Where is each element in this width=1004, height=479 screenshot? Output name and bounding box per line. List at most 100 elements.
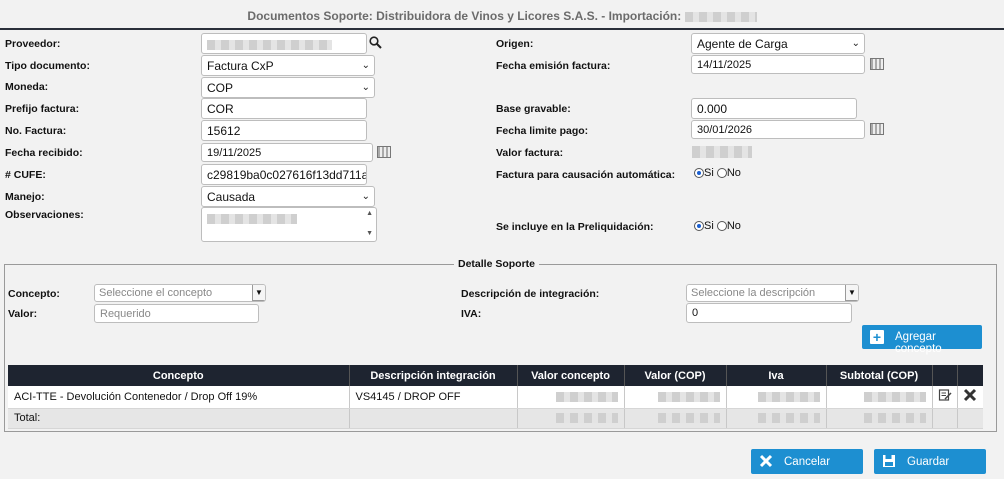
cell-valor-concepto [517, 386, 625, 409]
floppy-disk-icon [883, 455, 895, 467]
total-iva [726, 408, 827, 429]
fecha-emision-input[interactable]: 14/11/2025 [691, 55, 865, 74]
chevron-down-icon: ⌄ [361, 82, 370, 93]
scroll-down-icon[interactable]: ▼ [366, 230, 373, 237]
preliquidacion-label: Se incluye en la Preliquidación: [496, 221, 654, 233]
origen-label: Origen: [496, 38, 534, 50]
cell-valor-cop [624, 386, 727, 409]
no-factura-input[interactable]: 15612 [201, 120, 367, 141]
base-gravable-label: Base gravable: [496, 103, 571, 115]
valor-factura-label: Valor factura: [496, 147, 564, 159]
valor-input[interactable]: Requerido [94, 304, 259, 323]
chevron-down-icon: ⌄ [361, 60, 370, 71]
redacted-value [555, 391, 618, 402]
origen-select[interactable]: Agente de Carga ⌄ [691, 33, 865, 54]
causacion-radio-group: Si No [694, 167, 741, 179]
close-icon [759, 454, 773, 468]
redacted-valor-factura [692, 146, 752, 159]
no-factura-value: 15612 [207, 124, 241, 138]
cufe-value: c29819ba0c027616f13dd711a1e [207, 168, 367, 182]
causacion-si-label: Si [704, 167, 714, 180]
save-button[interactable]: Guardar [874, 449, 986, 474]
fecha-limite-value: 30/01/2026 [697, 124, 753, 136]
col-subtotal: Subtotal (COP) [826, 365, 933, 386]
total-edit-cell [932, 408, 958, 429]
iva-value: 0 [692, 307, 699, 319]
search-icon[interactable] [369, 36, 382, 49]
col-descripcion: Descripción integración [349, 365, 518, 386]
table-total-row: Total: [8, 408, 983, 429]
preliquidacion-si-radio[interactable] [694, 221, 704, 232]
descripcion-placeholder: Seleccione la descripción [691, 287, 816, 299]
col-edit [932, 365, 958, 386]
observaciones-label: Observaciones: [5, 209, 84, 221]
causacion-no-radio[interactable] [716, 168, 727, 179]
descripcion-combobox[interactable]: Seleccione la descripción ▼ [686, 284, 859, 302]
iva-label: IVA: [461, 308, 482, 320]
total-delete-cell [957, 408, 983, 429]
conceptos-table: Concepto Descripción integración Valor c… [8, 365, 983, 429]
cell-iva [726, 386, 827, 409]
descripcion-label: Descripción de integración: [461, 288, 600, 300]
save-label: Guardar [907, 456, 950, 468]
moneda-select[interactable]: COP ⌄ [201, 77, 375, 98]
redacted-value [657, 391, 720, 402]
manejo-select[interactable]: Causada ⌄ [201, 186, 375, 207]
fecha-recibido-input[interactable]: 19/11/2025 [201, 143, 373, 162]
table-header-row: Concepto Descripción integración Valor c… [8, 365, 983, 386]
proveedor-input[interactable] [201, 33, 367, 54]
redacted-value [757, 413, 820, 424]
observaciones-textarea[interactable]: ▲ ▼ [201, 207, 377, 242]
cufe-label: # CUFE: [5, 169, 46, 181]
chevron-down-icon: ⌄ [851, 38, 860, 49]
causacion-si-radio[interactable] [694, 168, 704, 179]
concepto-label: Concepto: [8, 288, 60, 300]
fecha-recibido-value: 19/11/2025 [207, 147, 262, 159]
prefijo-input[interactable]: COR [201, 98, 367, 119]
cell-concepto: ACI-TTE - Devolución Contenedor / Drop O… [8, 386, 350, 409]
total-valor-concepto [517, 408, 625, 429]
calendar-icon[interactable] [870, 58, 884, 70]
table-row: ACI-TTE - Devolución Contenedor / Drop O… [8, 386, 983, 409]
col-delete [957, 365, 983, 386]
cancel-button[interactable]: Cancelar [751, 449, 863, 474]
moneda-label: Moneda: [5, 81, 49, 93]
redacted-value [555, 413, 618, 424]
page-title-text: Documentos Soporte: Distribuidora de Vin… [247, 9, 682, 23]
prefijo-value: COR [207, 102, 234, 116]
valor-placeholder: Requerido [100, 308, 151, 320]
cancel-label: Cancelar [784, 456, 831, 468]
edit-icon[interactable] [938, 388, 952, 402]
moneda-value: COP [207, 81, 234, 95]
concepto-combobox[interactable]: Seleccione el concepto ▼ [94, 284, 266, 302]
total-subtotal [826, 408, 933, 429]
calendar-icon[interactable] [377, 146, 391, 158]
iva-input[interactable]: 0 [686, 303, 852, 323]
cell-edit [932, 386, 958, 409]
agregar-concepto-label: Agregar concepto [895, 331, 942, 355]
total-descripcion-cell [349, 408, 518, 429]
agregar-concepto-button[interactable]: + Agregar concepto [862, 325, 982, 355]
col-valor-cop: Valor (COP) [624, 365, 727, 386]
close-icon[interactable] [963, 388, 977, 402]
origen-value: Agente de Carga [697, 37, 788, 51]
chevron-down-icon: ⌄ [361, 191, 370, 202]
causacion-label: Factura para causación automática: [496, 169, 676, 181]
total-label: Total: [8, 408, 350, 429]
fecha-limite-input[interactable]: 30/01/2026 [691, 120, 865, 139]
caret-down-icon[interactable]: ▼ [252, 285, 265, 301]
base-gravable-input[interactable]: 0.000 [691, 98, 857, 119]
tipo-documento-value: Factura CxP [207, 59, 274, 73]
redacted-value [863, 413, 926, 424]
preliquidacion-no-radio[interactable] [716, 221, 727, 232]
plus-icon: + [870, 330, 884, 344]
fecha-emision-value: 14/11/2025 [697, 59, 752, 71]
causacion-no-label: No [726, 167, 741, 180]
valor-label: Valor: [8, 308, 38, 320]
tipo-documento-select[interactable]: Factura CxP ⌄ [201, 55, 375, 76]
scroll-up-icon[interactable]: ▲ [366, 210, 373, 217]
preliquidacion-si-label: Si [704, 220, 714, 233]
cufe-input[interactable]: c29819ba0c027616f13dd711a1e [201, 164, 367, 185]
calendar-icon[interactable] [870, 123, 884, 135]
caret-down-icon[interactable]: ▼ [845, 285, 858, 301]
